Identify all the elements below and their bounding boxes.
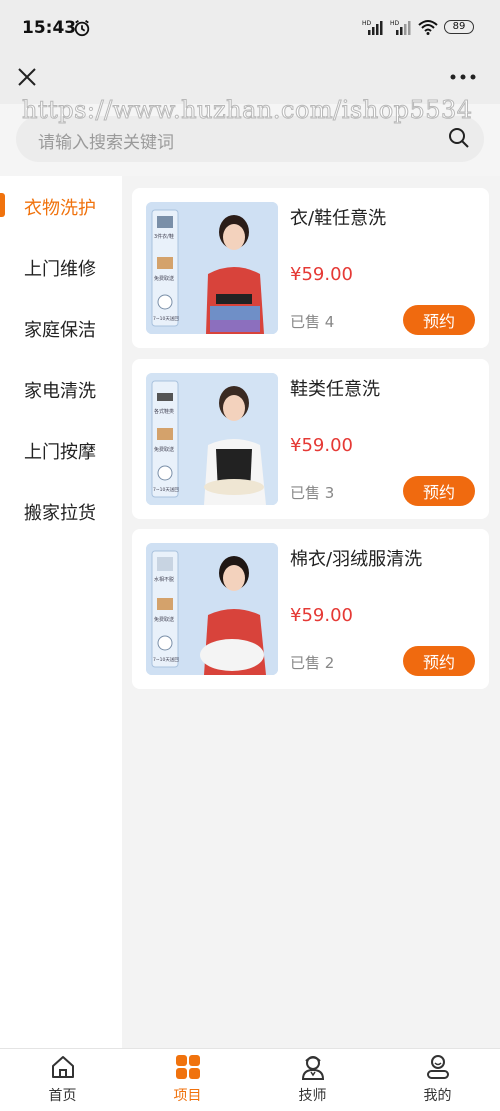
search-area: 请输入搜索关键词 bbox=[0, 104, 500, 176]
book-button[interactable]: 预约 bbox=[403, 305, 475, 335]
sidebar-item-house-cleaning[interactable]: 家庭保洁 bbox=[0, 298, 122, 359]
product-price: ¥59.00 bbox=[290, 435, 353, 456]
tab-home[interactable]: 首页 bbox=[0, 1049, 125, 1111]
battery-indicator: 89 bbox=[444, 20, 474, 34]
product-price: ¥59.00 bbox=[290, 264, 353, 285]
search-icon[interactable] bbox=[448, 127, 470, 149]
product-image: 3件衣/鞋 免费取送 7~10天送回 bbox=[146, 202, 278, 334]
signal-icon: HD bbox=[390, 20, 411, 35]
svg-text:HD: HD bbox=[390, 20, 400, 27]
home-icon bbox=[51, 1056, 74, 1078]
product-title: 衣/鞋任意洗 bbox=[290, 208, 387, 229]
alarm-icon bbox=[74, 20, 90, 37]
tab-technician[interactable]: 技师 bbox=[250, 1049, 375, 1111]
sidebar-item-label: 衣物洗护 bbox=[24, 197, 96, 219]
status-bar: 15:43 HD HD 89 bbox=[0, 0, 500, 56]
sidebar-item-moving[interactable]: 搬家拉货 bbox=[0, 481, 122, 542]
sidebar-item-clothing-care[interactable]: 衣物洗护 bbox=[0, 176, 122, 237]
tab-label: 首页 bbox=[48, 1088, 77, 1104]
svg-text:免费取送: 免费取送 bbox=[154, 616, 174, 623]
book-button[interactable]: 预约 bbox=[403, 476, 475, 506]
sidebar-item-home-repair[interactable]: 上门维修 bbox=[0, 237, 122, 298]
svg-text:3件衣/鞋: 3件衣/鞋 bbox=[154, 233, 174, 240]
tab-label: 技师 bbox=[298, 1088, 327, 1104]
sidebar-item-home-massage[interactable]: 上门按摩 bbox=[0, 420, 122, 481]
sidebar-item-label: 搬家拉货 bbox=[24, 502, 96, 524]
technician-icon bbox=[301, 1056, 324, 1080]
tab-projects[interactable]: 项目 bbox=[125, 1049, 250, 1111]
sidebar-item-label: 上门维修 bbox=[24, 258, 96, 280]
sidebar-item-label: 家电清洗 bbox=[24, 380, 96, 402]
sidebar-item-appliance-cleaning[interactable]: 家电清洗 bbox=[0, 359, 122, 420]
svg-text:水相不脱: 水相不脱 bbox=[154, 576, 174, 583]
profile-icon bbox=[426, 1055, 449, 1079]
product-image: 各式鞋类 免费取送 7~10天送回 bbox=[146, 373, 278, 505]
category-sidebar: 衣物洗护 上门维修 家庭保洁 家电清洗 上门按摩 搬家拉货 bbox=[0, 176, 122, 1048]
product-sold-count: 已售 3 bbox=[290, 484, 335, 502]
signal-icon: HD bbox=[362, 20, 383, 35]
active-indicator bbox=[0, 193, 5, 217]
product-card[interactable]: 各式鞋类 免费取送 7~10天送回 鞋类任意洗 ¥59.00 已售 3 预约 bbox=[132, 359, 489, 519]
product-card[interactable]: 水相不脱 免费取送 7~10天送回 棉衣/羽绒服清洗 ¥59.00 已售 2 预… bbox=[132, 529, 489, 689]
tab-label: 我的 bbox=[423, 1088, 452, 1104]
status-indicators: HD HD 89 bbox=[362, 19, 474, 35]
svg-text:免费取送: 免费取送 bbox=[154, 446, 174, 453]
svg-text:7~10天送回: 7~10天送回 bbox=[153, 315, 179, 322]
status-time: 15:43 bbox=[22, 18, 77, 38]
product-sold-count: 已售 2 bbox=[290, 654, 335, 672]
svg-text:7~10天送回: 7~10天送回 bbox=[153, 486, 179, 493]
grid-icon bbox=[175, 1055, 200, 1079]
more-icon[interactable] bbox=[450, 72, 476, 82]
sidebar-item-label: 家庭保洁 bbox=[24, 319, 96, 341]
sidebar-item-label: 上门按摩 bbox=[24, 441, 96, 463]
svg-text:7~10天送回: 7~10天送回 bbox=[153, 656, 179, 663]
product-sold-count: 已售 4 bbox=[290, 313, 335, 331]
product-card[interactable]: 3件衣/鞋 免费取送 7~10天送回 衣/鞋任意洗 ¥59.00 已售 4 预约 bbox=[132, 188, 489, 348]
product-title: 鞋类任意洗 bbox=[290, 379, 380, 400]
product-image: 水相不脱 免费取送 7~10天送回 bbox=[146, 543, 278, 675]
tab-mine[interactable]: 我的 bbox=[375, 1049, 500, 1111]
product-list: 3件衣/鞋 免费取送 7~10天送回 衣/鞋任意洗 ¥59.00 已售 4 预约 bbox=[122, 176, 500, 1048]
svg-text:各式鞋类: 各式鞋类 bbox=[154, 408, 174, 415]
wifi-icon bbox=[418, 20, 438, 35]
search-input[interactable]: 请输入搜索关键词 bbox=[16, 116, 484, 162]
search-placeholder: 请输入搜索关键词 bbox=[38, 133, 174, 153]
product-title: 棉衣/羽绒服清洗 bbox=[290, 549, 423, 570]
close-icon[interactable] bbox=[16, 66, 38, 88]
book-button[interactable]: 预约 bbox=[403, 646, 475, 676]
title-bar bbox=[0, 56, 500, 104]
tab-label: 项目 bbox=[173, 1088, 202, 1104]
product-price: ¥59.00 bbox=[290, 605, 353, 626]
svg-text:HD: HD bbox=[362, 20, 372, 27]
svg-text:免费取送: 免费取送 bbox=[154, 275, 174, 282]
bottom-tab-bar: 首页 项目 技师 我的 bbox=[0, 1048, 500, 1111]
